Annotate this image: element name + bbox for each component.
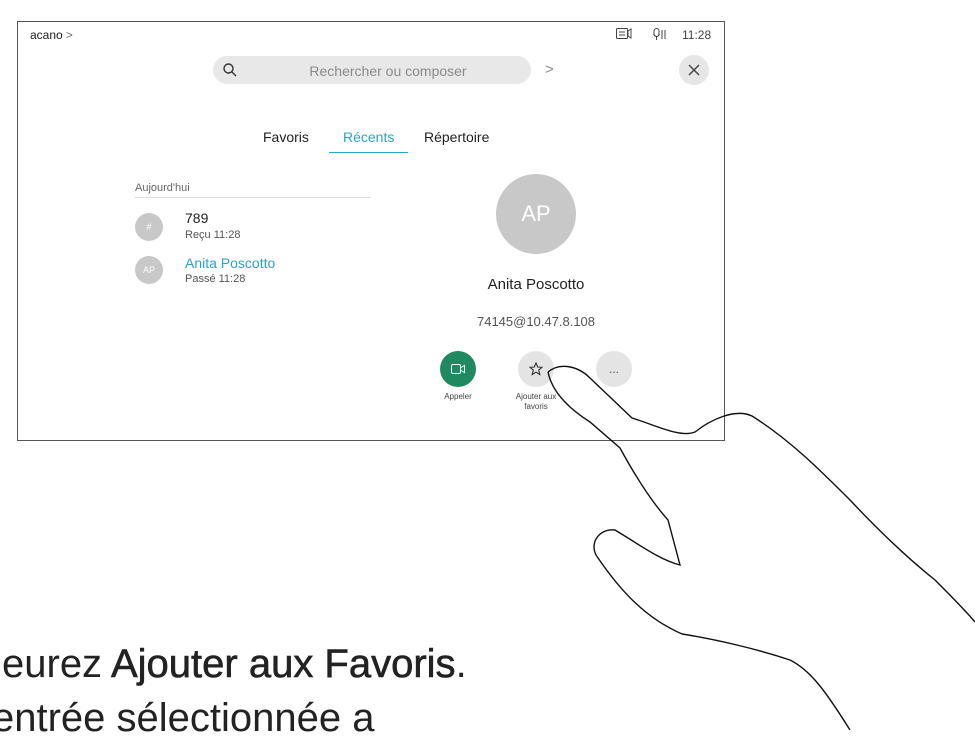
caption-bold: Ajouter aux Favoris (110, 642, 456, 687)
hand-pointer-icon (547, 365, 975, 730)
instruction-caption-line2: entrée sélectionnée a (0, 696, 375, 740)
instruction-caption: fleurez Ajouter aux Favoris. (0, 642, 467, 687)
caption-prefix: fleurez (0, 642, 103, 686)
caption-suffix: . (455, 642, 467, 686)
